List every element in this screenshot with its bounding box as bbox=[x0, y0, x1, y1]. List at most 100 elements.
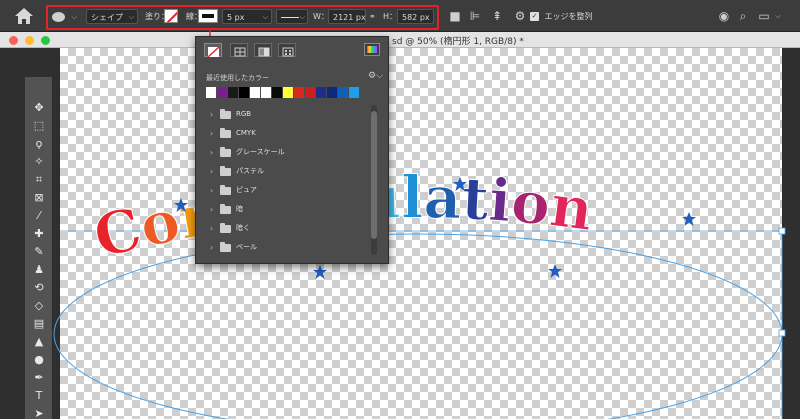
recent-color-swatch[interactable] bbox=[206, 87, 217, 98]
grid-icon bbox=[234, 47, 246, 57]
chevron-right-icon[interactable]: › bbox=[210, 200, 213, 219]
scrollbar-thumb[interactable] bbox=[371, 111, 377, 239]
fill-swatch[interactable] bbox=[164, 9, 178, 23]
gradient-tab[interactable] bbox=[254, 43, 272, 57]
scrollbar[interactable] bbox=[371, 105, 377, 255]
checkbox-checked-icon: ✓ bbox=[530, 12, 539, 21]
folder-icon bbox=[220, 147, 231, 157]
search-icon[interactable]: ⌕ bbox=[735, 8, 751, 24]
photoshop-window: ⌵ シェイプ ⌵ 塗り： 線： 5 px ⌵ ⌵ W： 2121 px ⚭ H：… bbox=[0, 0, 800, 419]
swatch-folder-label: 暗く bbox=[236, 224, 250, 232]
recent-color-swatch[interactable] bbox=[217, 87, 228, 98]
chevron-right-icon[interactable]: › bbox=[210, 143, 213, 162]
type-tool-icon[interactable]: T bbox=[25, 387, 53, 405]
stroke-width-input[interactable]: 5 px ⌵ bbox=[222, 9, 272, 24]
gear-icon[interactable]: ⚙ bbox=[512, 8, 528, 24]
swatch-folder-label: CMYK bbox=[236, 129, 256, 137]
zoom-window-button[interactable] bbox=[41, 36, 50, 45]
home-icon[interactable] bbox=[14, 7, 34, 25]
recent-color-swatch[interactable] bbox=[305, 87, 316, 98]
stroke-width-value: 5 px bbox=[227, 13, 245, 22]
eyedropper-tool-icon[interactable]: ⁄ bbox=[25, 207, 53, 225]
frame-tool-icon[interactable]: ⊠ bbox=[25, 189, 53, 207]
folder-icon bbox=[220, 223, 231, 233]
pen-tool-icon[interactable]: ✒ bbox=[25, 369, 53, 387]
chevron-right-icon[interactable]: › bbox=[210, 105, 213, 124]
solid-color-tab[interactable] bbox=[230, 43, 248, 57]
canvas-margin-right bbox=[782, 48, 800, 419]
move-tool-icon[interactable]: ✥ bbox=[25, 99, 53, 117]
folder-icon bbox=[220, 109, 231, 119]
eraser-tool-icon[interactable]: ◇ bbox=[25, 297, 53, 315]
gear-icon[interactable]: ⚙⌵ bbox=[368, 71, 383, 81]
history-brush-tool-icon[interactable]: ⟲ bbox=[25, 279, 53, 297]
stroke-swatch[interactable] bbox=[198, 9, 218, 23]
swatch-folder[interactable]: › RGB bbox=[206, 105, 371, 124]
folder-icon bbox=[220, 166, 231, 176]
align-edges-checkbox[interactable]: ✓ エッジを整列 bbox=[530, 9, 593, 24]
path-alignment-icon[interactable]: ⊫ bbox=[467, 8, 483, 24]
marquee-tool-icon[interactable]: ⬚ bbox=[25, 117, 53, 135]
recent-color-swatch[interactable] bbox=[349, 87, 360, 98]
link-icon[interactable]: ⚭ bbox=[369, 9, 376, 24]
brush-tool-icon[interactable]: ✎ bbox=[25, 243, 53, 261]
recent-color-swatch[interactable] bbox=[239, 87, 250, 98]
blur-tool-icon[interactable]: ▲ bbox=[25, 333, 53, 351]
swatch-folder[interactable]: › ピュア bbox=[206, 181, 371, 200]
tools-panel: ✥ ⬚ ϙ ✧ ⌗ ⊠ ⁄ ✚ ✎ ♟ ⟲ ◇ ▤ ▲ ● ✒ T ➤ bbox=[25, 77, 53, 419]
clone-stamp-tool-icon[interactable]: ♟ bbox=[25, 261, 53, 279]
chevron-right-icon[interactable]: › bbox=[210, 124, 213, 143]
path-arrangement-icon[interactable]: ⇞ bbox=[489, 8, 505, 24]
chevron-right-icon[interactable]: › bbox=[210, 181, 213, 200]
recent-color-swatch[interactable] bbox=[250, 87, 261, 98]
recent-color-swatch[interactable] bbox=[327, 87, 338, 98]
chevron-right-icon[interactable]: › bbox=[210, 162, 213, 181]
swatch-folder[interactable]: › CMYK bbox=[206, 124, 371, 143]
shape-mode-select[interactable]: シェイプ ⌵ bbox=[86, 9, 138, 24]
recent-color-swatch[interactable] bbox=[228, 87, 239, 98]
width-input[interactable]: 2121 px bbox=[328, 9, 366, 24]
tool-preset-picker[interactable]: ⌵ bbox=[52, 9, 77, 24]
path-selection-tool-icon[interactable]: ➤ bbox=[25, 405, 53, 419]
minimize-window-button[interactable] bbox=[25, 36, 34, 45]
swatch-folder[interactable]: › 暗く bbox=[206, 219, 371, 238]
recent-color-swatch[interactable] bbox=[338, 87, 349, 98]
chevron-down-icon[interactable]: ⌵ bbox=[770, 8, 786, 24]
chevron-right-icon[interactable]: › bbox=[210, 219, 213, 238]
gradient-tool-icon[interactable]: ▤ bbox=[25, 315, 53, 333]
stroke-line-preview bbox=[281, 16, 299, 19]
folder-icon bbox=[220, 242, 231, 252]
recent-color-swatch[interactable] bbox=[294, 87, 305, 98]
swatch-folder[interactable]: › 暗 bbox=[206, 200, 371, 219]
folder-icon bbox=[220, 204, 231, 214]
recent-colors-label: 最近使用したカラー bbox=[206, 74, 269, 82]
user-account-icon[interactable]: ◉ bbox=[716, 8, 732, 24]
path-operations-icon[interactable]: ■ bbox=[447, 8, 463, 24]
swatch-folder[interactable]: › パステル bbox=[206, 162, 371, 181]
document-titlebar: sd @ 50% (楕円形 1, RGB/8) * bbox=[0, 32, 800, 48]
crop-tool-icon[interactable]: ⌗ bbox=[25, 171, 53, 189]
chevron-down-icon: ⌵ bbox=[71, 13, 77, 21]
lasso-tool-icon[interactable]: ϙ bbox=[25, 135, 53, 153]
swatch-folder[interactable]: › グレースケール bbox=[206, 143, 371, 162]
recent-color-swatch[interactable] bbox=[272, 87, 283, 98]
height-value: 582 px bbox=[402, 13, 430, 22]
close-window-button[interactable] bbox=[9, 36, 18, 45]
height-input[interactable]: 582 px bbox=[397, 9, 434, 24]
stroke-type-select[interactable]: ⌵ bbox=[276, 9, 308, 24]
pattern-tab[interactable] bbox=[278, 43, 296, 57]
no-color-swatch-tab[interactable] bbox=[204, 43, 222, 58]
recent-color-swatch[interactable] bbox=[261, 87, 272, 98]
color-picker-icon[interactable] bbox=[364, 43, 380, 56]
magic-wand-tool-icon[interactable]: ✧ bbox=[25, 153, 53, 171]
ellipse-tool-icon bbox=[52, 11, 65, 22]
recent-color-swatch[interactable] bbox=[316, 87, 327, 98]
chevron-right-icon[interactable]: › bbox=[210, 238, 213, 257]
swatch-folder[interactable]: › ペール bbox=[206, 238, 371, 257]
swatch-folder-label: ピュア bbox=[236, 186, 257, 194]
recent-color-swatch[interactable] bbox=[283, 87, 294, 98]
dodge-tool-icon[interactable]: ● bbox=[25, 351, 53, 369]
healing-brush-tool-icon[interactable]: ✚ bbox=[25, 225, 53, 243]
chevron-down-icon: ⌵ bbox=[299, 13, 305, 21]
width-label: W： bbox=[313, 12, 329, 21]
